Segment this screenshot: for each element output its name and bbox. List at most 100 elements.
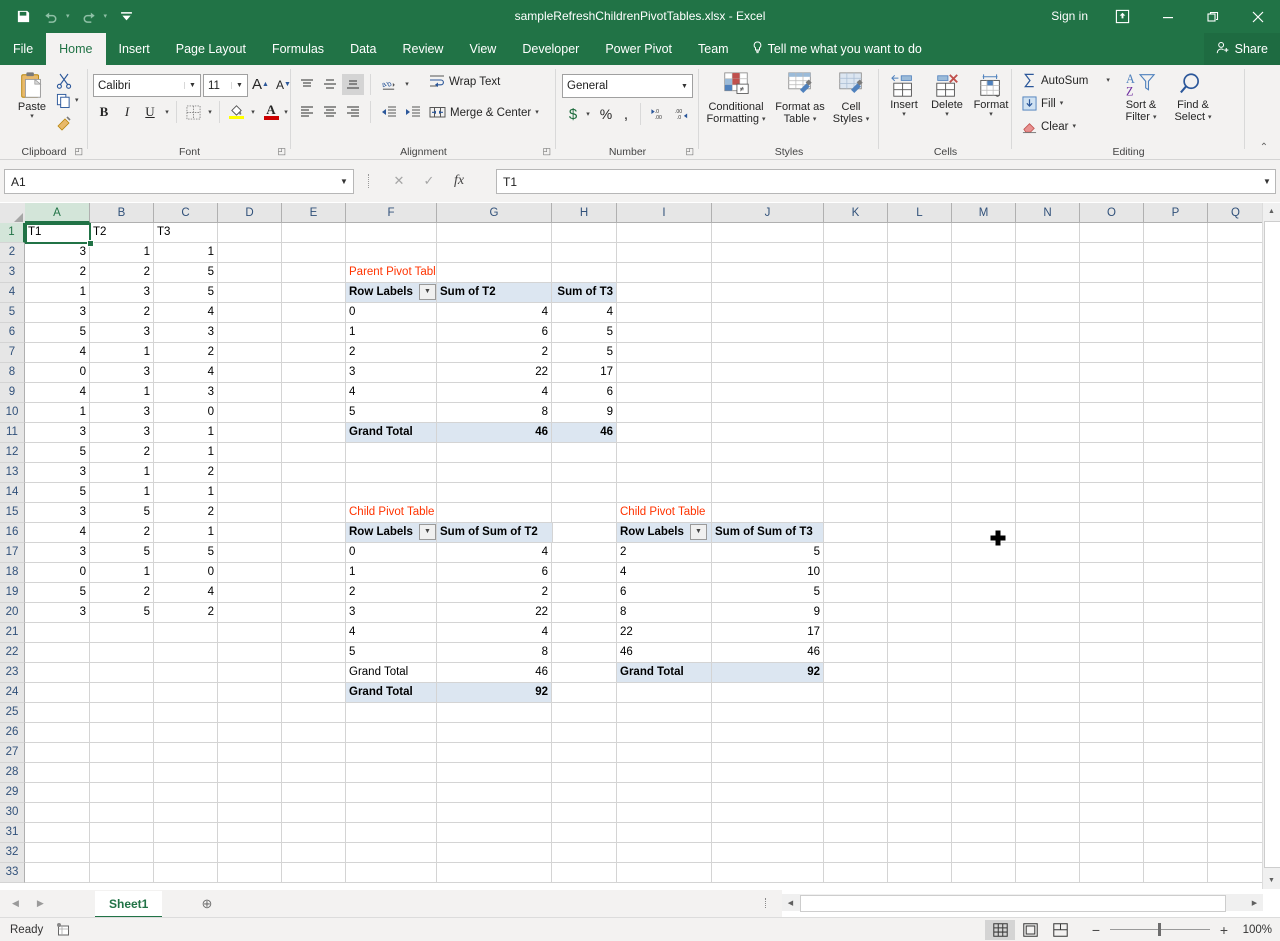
cell-G26[interactable] bbox=[437, 723, 552, 743]
cell-E27[interactable] bbox=[282, 743, 346, 763]
cell-D10[interactable] bbox=[218, 403, 282, 423]
cell-B13[interactable]: 1 bbox=[90, 463, 154, 483]
cell-M11[interactable] bbox=[952, 423, 1016, 443]
cell-B6[interactable]: 3 bbox=[90, 323, 154, 343]
cell-styles-dropdown-icon[interactable]: ▾ bbox=[866, 116, 870, 123]
cell-J13[interactable] bbox=[712, 463, 824, 483]
cell-L31[interactable] bbox=[888, 823, 952, 843]
cell-L12[interactable] bbox=[888, 443, 952, 463]
cell-B30[interactable] bbox=[90, 803, 154, 823]
underline-button[interactable]: U bbox=[139, 101, 161, 123]
comma-style-button[interactable]: , bbox=[617, 103, 635, 125]
cell-O8[interactable] bbox=[1080, 363, 1144, 383]
increase-decimal-button[interactable]: .0.00 bbox=[646, 103, 670, 125]
child-pivot-right-value-5[interactable]: 46 bbox=[712, 643, 824, 663]
borders-button[interactable] bbox=[181, 101, 205, 123]
page-layout-view-button[interactable] bbox=[1015, 920, 1045, 940]
cell-C10[interactable]: 0 bbox=[154, 403, 218, 423]
cell-A11[interactable]: 3 bbox=[25, 423, 90, 443]
cell-D15[interactable] bbox=[218, 503, 282, 523]
cell-L4[interactable] bbox=[888, 283, 952, 303]
cell-M18[interactable] bbox=[952, 563, 1016, 583]
cell-I29[interactable] bbox=[617, 783, 712, 803]
cell-N4[interactable] bbox=[1016, 283, 1080, 303]
orientation-button[interactable]: ab bbox=[377, 74, 401, 95]
cell-H14[interactable] bbox=[552, 483, 617, 503]
cell-N25[interactable] bbox=[1016, 703, 1080, 723]
cell-M19[interactable] bbox=[952, 583, 1016, 603]
zoom-slider-thumb[interactable] bbox=[1158, 923, 1161, 936]
cell-E28[interactable] bbox=[282, 763, 346, 783]
tab-home[interactable]: Home bbox=[46, 33, 105, 65]
cell-B22[interactable] bbox=[90, 643, 154, 663]
cell-G25[interactable] bbox=[437, 703, 552, 723]
cell-M17[interactable] bbox=[952, 543, 1016, 563]
child-pivot-right-label-4[interactable]: 22 bbox=[617, 623, 712, 643]
cell-P12[interactable] bbox=[1144, 443, 1208, 463]
cell-H24[interactable] bbox=[552, 683, 617, 703]
normal-view-button[interactable] bbox=[985, 920, 1015, 940]
cell-E20[interactable] bbox=[282, 603, 346, 623]
sort-filter-dropdown-icon[interactable]: ▾ bbox=[1153, 114, 1157, 121]
cell-B27[interactable] bbox=[90, 743, 154, 763]
cell-P16[interactable] bbox=[1144, 523, 1208, 543]
cell-K33[interactable] bbox=[824, 863, 888, 883]
cell-K14[interactable] bbox=[824, 483, 888, 503]
row-header-30[interactable]: 30 bbox=[0, 803, 25, 823]
cell-L24[interactable] bbox=[888, 683, 952, 703]
tab-file[interactable]: File bbox=[0, 33, 46, 65]
cell-L8[interactable] bbox=[888, 363, 952, 383]
cell-I33[interactable] bbox=[617, 863, 712, 883]
cell-F1[interactable] bbox=[346, 223, 437, 243]
cell-B33[interactable] bbox=[90, 863, 154, 883]
cell-B5[interactable]: 2 bbox=[90, 303, 154, 323]
cell-H20[interactable] bbox=[552, 603, 617, 623]
cell-L27[interactable] bbox=[888, 743, 952, 763]
parent-pivot-row-labels-header[interactable]: Row Labels▼ bbox=[346, 283, 437, 303]
expand-formula-bar-icon[interactable]: ▼ bbox=[1259, 177, 1275, 186]
cell-D29[interactable] bbox=[218, 783, 282, 803]
alignment-dialog-launcher[interactable]: ◰ bbox=[542, 146, 551, 157]
cell-E23[interactable] bbox=[282, 663, 346, 683]
cell-H23[interactable] bbox=[552, 663, 617, 683]
cell-A13[interactable]: 3 bbox=[25, 463, 90, 483]
formula-input[interactable]: T1 ▼ bbox=[496, 169, 1276, 194]
parent-pivot-t2-3[interactable]: 22 bbox=[437, 363, 552, 383]
row-header-28[interactable]: 28 bbox=[0, 763, 25, 783]
cell-P17[interactable] bbox=[1144, 543, 1208, 563]
cell-M6[interactable] bbox=[952, 323, 1016, 343]
find-select-dropdown-icon[interactable]: ▾ bbox=[1208, 114, 1212, 121]
parent-pivot-label-4[interactable]: 4 bbox=[346, 383, 437, 403]
parent-pivot-label-0[interactable]: 0 bbox=[346, 303, 437, 323]
cell-M23[interactable] bbox=[952, 663, 1016, 683]
cell-F32[interactable] bbox=[346, 843, 437, 863]
cell-G1[interactable] bbox=[437, 223, 552, 243]
cell-L2[interactable] bbox=[888, 243, 952, 263]
cell-M14[interactable] bbox=[952, 483, 1016, 503]
cell-H26[interactable] bbox=[552, 723, 617, 743]
cell-A7[interactable]: 4 bbox=[25, 343, 90, 363]
cell-Q16[interactable] bbox=[1208, 523, 1264, 543]
cell-M16[interactable] bbox=[952, 523, 1016, 543]
tell-me-box[interactable]: Tell me what you want to do bbox=[742, 33, 932, 65]
cell-P29[interactable] bbox=[1144, 783, 1208, 803]
tab-developer[interactable]: Developer bbox=[509, 33, 592, 65]
cell-M15[interactable] bbox=[952, 503, 1016, 523]
font-size-dropdown-icon[interactable]: ▼ bbox=[231, 82, 247, 89]
cell-M21[interactable] bbox=[952, 623, 1016, 643]
cell-K1[interactable] bbox=[824, 223, 888, 243]
cell-K27[interactable] bbox=[824, 743, 888, 763]
child-pivot-left-label-2[interactable]: 2 bbox=[346, 583, 437, 603]
column-header-h[interactable]: H bbox=[552, 203, 617, 223]
cell-P15[interactable] bbox=[1144, 503, 1208, 523]
cell-F28[interactable] bbox=[346, 763, 437, 783]
cell-J6[interactable] bbox=[712, 323, 824, 343]
find-select-button[interactable]: Find & Select ▾ bbox=[1167, 71, 1219, 123]
cell-L20[interactable] bbox=[888, 603, 952, 623]
cell-J33[interactable] bbox=[712, 863, 824, 883]
cell-O3[interactable] bbox=[1080, 263, 1144, 283]
cell-N13[interactable] bbox=[1016, 463, 1080, 483]
paste-button[interactable]: Paste ▾ bbox=[8, 71, 56, 120]
cell-D14[interactable] bbox=[218, 483, 282, 503]
cell-C2[interactable]: 1 bbox=[154, 243, 218, 263]
